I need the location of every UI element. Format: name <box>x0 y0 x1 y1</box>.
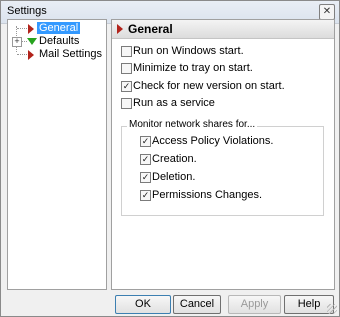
checkbox-label: Run on Windows start. <box>133 45 244 57</box>
expand-icon[interactable]: + <box>12 37 22 47</box>
green-arrow-down-icon <box>27 38 37 45</box>
red-arrow-right-icon <box>28 24 34 34</box>
settings-tree: General + Defaults Mail Settings <box>7 19 107 290</box>
tree-item-label: Defaults <box>39 35 80 47</box>
checkbox-label: Creation. <box>152 153 197 165</box>
checkbox-label: Access Policy Violations. <box>152 135 274 147</box>
tree-item-defaults[interactable]: + Defaults <box>8 35 104 49</box>
tree-connector <box>17 54 27 55</box>
checkbox-label: Permissions Changes. <box>152 189 263 201</box>
red-arrow-right-icon <box>28 50 34 60</box>
checkbox-label: Run as a service <box>133 97 215 109</box>
apply-button[interactable]: Apply <box>228 295 281 314</box>
check-icon[interactable]: ✓ <box>140 136 151 147</box>
checkbox-box[interactable] <box>121 98 132 109</box>
tree-item-label: Mail Settings <box>39 48 102 60</box>
red-arrow-right-icon <box>117 24 123 34</box>
checkbox-label: Deletion. <box>152 171 196 183</box>
tree-item-mail-settings[interactable]: Mail Settings <box>8 48 104 62</box>
checkbox-label: Check for new version on start. <box>133 80 285 92</box>
check-icon[interactable]: ✓ <box>140 190 151 201</box>
check-icon[interactable]: ✓ <box>140 172 151 183</box>
resize-grip-icon[interactable] <box>327 304 337 314</box>
window-title: Settings <box>7 5 47 17</box>
group-title: Monitor network shares for... <box>127 119 258 130</box>
checkbox-label: Minimize to tray on start. <box>133 62 253 74</box>
close-button[interactable]: ✕ <box>319 4 335 20</box>
settings-window: Settings ✕ General + Defaults Mail Setti… <box>0 0 340 317</box>
checkbox-box[interactable] <box>121 63 132 74</box>
checkbox-box[interactable] <box>121 46 132 57</box>
panel-title: General <box>128 22 173 36</box>
check-icon[interactable]: ✓ <box>121 81 132 92</box>
monitor-network-shares-group: Monitor network shares for... ✓ Access P… <box>121 119 324 216</box>
tree-item-general[interactable]: General <box>8 22 104 36</box>
general-settings-panel: General Run on Windows start. Minimize t… <box>111 19 335 290</box>
check-icon[interactable]: ✓ <box>140 154 151 165</box>
tree-item-label: General <box>37 22 81 34</box>
ok-button[interactable]: OK <box>115 295 171 314</box>
dialog-footer: OK Cancel Apply Help <box>1 290 339 316</box>
tree-connector <box>17 28 27 29</box>
panel-header: General <box>112 20 334 39</box>
cancel-button[interactable]: Cancel <box>173 295 221 314</box>
